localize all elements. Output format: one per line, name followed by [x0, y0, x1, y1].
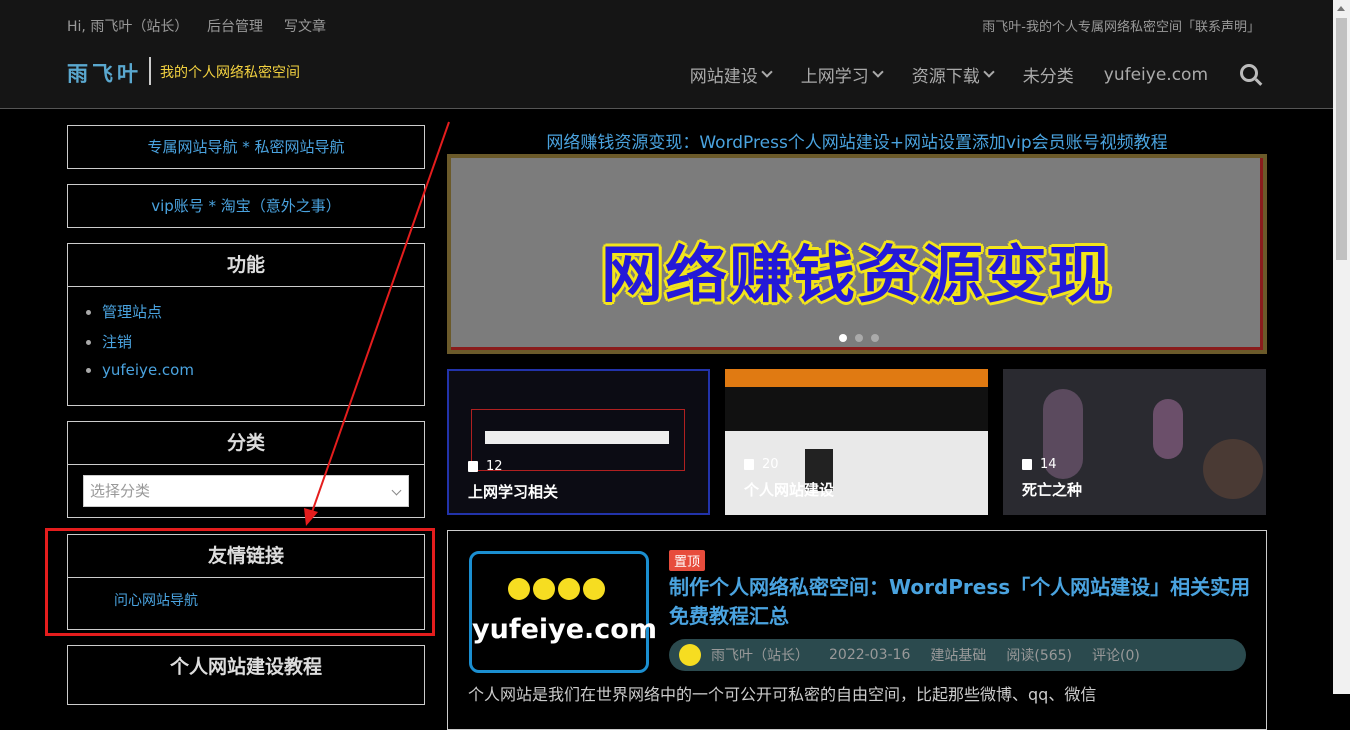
post-item: yufeiye.com 置顶 制作个人网络私密空间：WordPress「个人网站… — [447, 530, 1267, 730]
nav-item-download[interactable]: 资源下载 — [911, 62, 995, 87]
category-name: 上网学习相关 — [468, 483, 559, 501]
post-count-value: 12 — [486, 459, 503, 474]
slider-dot[interactable] — [871, 334, 879, 342]
admin-link[interactable]: 后台管理 — [207, 16, 263, 36]
logout-link[interactable]: 注销 — [102, 333, 132, 351]
category-name: 死亡之种 — [1022, 481, 1083, 499]
logo-divider — [149, 57, 151, 85]
category-name: 个人网站建设 — [744, 481, 835, 499]
manage-site-link[interactable]: 管理站点 — [102, 303, 162, 321]
smiley-icon — [583, 578, 605, 600]
nav-link-box-2[interactable]: vip账号 * 淘宝（意外之事） — [67, 184, 425, 228]
nav-label: 上网学习 — [800, 67, 869, 87]
post-thumbnail[interactable]: yufeiye.com — [469, 551, 657, 673]
nav-item-website[interactable]: 网站建设 — [689, 62, 773, 87]
category-card[interactable]: 12 上网学习相关 — [447, 369, 710, 515]
chevron-down-icon — [761, 66, 773, 78]
list-item: yufeiye.com — [102, 361, 424, 379]
chevron-down-icon — [983, 66, 995, 78]
category-card[interactable]: 20 个人网站建设 — [725, 369, 988, 515]
widget-title: 分类 — [68, 422, 424, 465]
smiley-icons — [508, 578, 608, 600]
card-screenshot-header — [725, 369, 988, 387]
slider-banner-text: 网络赚钱资源变现 — [600, 238, 1113, 311]
avatar[interactable] — [679, 644, 701, 666]
post-title[interactable]: 制作个人网络私密空间：WordPress「个人网站建设」相关实用免费教程汇总 — [669, 573, 1259, 631]
slider-dot[interactable] — [839, 334, 847, 342]
select-placeholder: 选择分类 — [90, 482, 151, 500]
widget-title: 个人网站建设教程 — [169, 656, 322, 678]
functions-widget: 功能 管理站点 注销 yufeiye.com — [67, 243, 425, 406]
link-box-label[interactable]: vip账号 * 淘宝（意外之事） — [151, 197, 341, 215]
functions-list: 管理站点 注销 yufeiye.com — [68, 301, 424, 379]
sticky-badge: 置顶 — [669, 550, 706, 571]
nav-link-box-1[interactable]: 专属网站导航 * 私密网站导航 — [67, 125, 425, 169]
post-category[interactable]: 建站基础 — [930, 645, 986, 665]
slider-dot[interactable] — [855, 334, 863, 342]
chevron-down-icon — [872, 66, 884, 78]
featured-slider[interactable]: 网络赚钱资源变现 — [447, 154, 1267, 354]
page-scrollbar[interactable] — [1333, 0, 1350, 694]
document-icon — [1022, 459, 1032, 470]
post-count-value: 14 — [1040, 457, 1057, 472]
post-comments[interactable]: 评论(0) — [1092, 645, 1140, 665]
site-tagline: 我的个人网络私密空间 — [160, 65, 300, 81]
featured-post-title[interactable]: 网络赚钱资源变现：WordPress个人网站建设+网站设置添加vip会员账号视频… — [447, 128, 1267, 153]
site-logo[interactable]: 雨飞叶 — [67, 58, 142, 88]
post-count-value: 20 — [762, 457, 779, 472]
smiley-icon — [533, 578, 555, 600]
nav-label: 资源下载 — [911, 67, 980, 87]
nav-item-learning[interactable]: 上网学习 — [800, 62, 884, 87]
top-header: Hi, 雨飞叶（站长） 后台管理 写文章 雨飞叶-我的个人专属网络私密空间「联系… — [0, 0, 1333, 109]
nav-item-uncategorized[interactable]: 未分类 — [1023, 62, 1074, 87]
post-excerpt: 个人网站是我们在世界网络中的一个可公开可私密的自由空间，比起那些微博、qq、微信 — [468, 685, 1097, 704]
domain-link[interactable]: yufeiye.com — [102, 361, 194, 379]
list-item: 注销 — [102, 331, 424, 352]
nav-label: yufeiye.com — [1103, 64, 1208, 85]
nav-label: 未分类 — [1022, 67, 1074, 87]
post-count: 14 — [1022, 457, 1057, 472]
nav-label: 网站建设 — [689, 67, 758, 87]
search-icon[interactable] — [1240, 63, 1258, 82]
site-statement-link[interactable]: 雨飞叶-我的个人专属网络私密空间「联系声明」 — [982, 16, 1260, 35]
document-icon — [744, 459, 754, 470]
categories-widget: 分类 选择分类 — [67, 421, 425, 518]
list-item: 管理站点 — [102, 301, 424, 322]
category-card[interactable]: 14 死亡之种 — [1003, 369, 1266, 515]
document-icon — [468, 461, 478, 472]
user-greeting[interactable]: Hi, 雨飞叶（站长） — [67, 16, 188, 36]
scroll-up-arrow-icon[interactable] — [1337, 6, 1345, 11]
widget-title: 功能 — [68, 244, 424, 287]
annotation-highlight-box — [45, 528, 435, 636]
smiley-icon — [508, 578, 530, 600]
smiley-icon — [558, 578, 580, 600]
card-screenshot-input — [485, 431, 669, 444]
scrollbar-thumb[interactable] — [1336, 18, 1347, 260]
write-post-link[interactable]: 写文章 — [284, 16, 326, 36]
chevron-down-icon — [391, 485, 402, 496]
post-author[interactable]: 雨飞叶（站长） — [711, 645, 809, 665]
card-screenshot-banner — [725, 387, 988, 431]
post-count: 20 — [744, 457, 779, 472]
nav-item-domain[interactable]: yufeiye.com — [1104, 65, 1208, 85]
slider-dots — [839, 334, 887, 342]
main-nav: 网站建设 上网学习 资源下载 未分类 yufeiye.com — [660, 62, 1258, 87]
category-select[interactable]: 选择分类 — [83, 475, 409, 507]
post-date: 2022-03-16 — [829, 647, 911, 663]
post-count: 12 — [468, 459, 503, 474]
tutorial-widget: 个人网站建设教程 — [67, 645, 425, 705]
post-views: 阅读(565) — [1006, 648, 1073, 664]
thumbnail-text: yufeiye.com — [472, 614, 657, 645]
card-game-figure — [1203, 439, 1263, 499]
link-box-label[interactable]: 专属网站导航 * 私密网站导航 — [147, 138, 344, 156]
post-meta: 雨飞叶（站长） 2022-03-16 建站基础 阅读(565) 评论(0) — [669, 639, 1246, 671]
card-game-figure — [1153, 399, 1183, 459]
